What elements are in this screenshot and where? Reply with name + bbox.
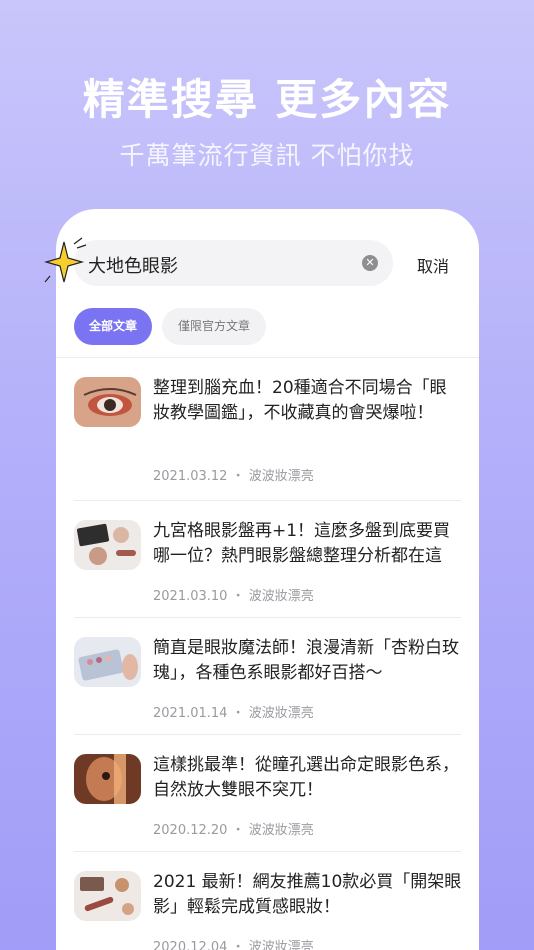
article-meta: 2020.12.20 ・ 波波妝漂亮 xyxy=(153,819,314,838)
search-input[interactable]: 大地色眼影 ✕ xyxy=(74,240,393,286)
article-title: 2021 最新！網友推薦10款必買「開架眼影」輕鬆完成質感眼妝！ xyxy=(153,872,462,917)
article-title: 九宮格眼影盤再+1！這麼多盤到底要買哪一位？熱門眼影盤總整理分析都在這 xyxy=(153,521,451,566)
list-item[interactable]: 九宮格眼影盤再+1！這麼多盤到底要買哪一位？熱門眼影盤總整理分析都在這 2021… xyxy=(74,501,461,618)
article-author: 波波妝漂亮 xyxy=(248,940,314,950)
filter-all-articles[interactable]: 全部文章 xyxy=(74,308,152,345)
article-author: 波波妝漂亮 xyxy=(248,589,314,604)
article-thumbnail xyxy=(74,754,141,804)
cancel-button[interactable]: 取消 xyxy=(417,253,449,277)
article-date: 2021.01.14 xyxy=(153,706,228,721)
list-item[interactable]: 整理到腦充血！20種適合不同場合「眼妝教學圖鑑」，不收藏真的會哭爆啦！ 2021… xyxy=(74,358,461,501)
article-meta: 2021.03.10 ・ 波波妝漂亮 xyxy=(153,585,314,604)
meta-separator: ・ xyxy=(231,940,245,950)
list-item[interactable]: 這樣挑最準！從瞳孔選出命定眼影色系，自然放大雙眼不突兀！ 2020.12.20 … xyxy=(74,735,461,852)
article-date: 2020.12.20 xyxy=(153,823,228,838)
search-bar: 大地色眼影 ✕ 取消 xyxy=(56,240,479,286)
list-item[interactable]: 2021 最新！網友推薦10款必買「開架眼影」輕鬆完成質感眼妝！ 2020.12… xyxy=(74,852,461,950)
article-title: 整理到腦充血！20種適合不同場合「眼妝教學圖鑑」，不收藏真的會哭爆啦！ xyxy=(153,378,447,423)
search-query: 大地色眼影 xyxy=(88,256,178,277)
meta-separator: ・ xyxy=(231,706,245,721)
article-meta: 2021.01.14 ・ 波波妝漂亮 xyxy=(153,702,314,721)
article-author: 波波妝漂亮 xyxy=(248,823,314,838)
article-date: 2021.03.12 xyxy=(153,469,228,484)
meta-separator: ・ xyxy=(231,589,245,604)
meta-separator: ・ xyxy=(231,823,245,838)
article-author: 波波妝漂亮 xyxy=(248,706,314,721)
phone-screen: 大地色眼影 ✕ 取消 全部文章 僅限官方文章 整理到腦充血！20種適合不同場合「… xyxy=(56,209,479,950)
article-list: 整理到腦充血！20種適合不同場合「眼妝教學圖鑑」，不收藏真的會哭爆啦！ 2021… xyxy=(56,358,479,950)
article-title: 這樣挑最準！從瞳孔選出命定眼影色系，自然放大雙眼不突兀！ xyxy=(153,755,459,800)
article-thumbnail xyxy=(74,520,141,570)
meta-separator: ・ xyxy=(231,469,245,484)
article-date: 2021.03.10 xyxy=(153,589,228,604)
list-item[interactable]: 簡直是眼妝魔法師！浪漫清新「杏粉白玫瑰」，各種色系眼影都好百搭～ 2021.01… xyxy=(74,618,461,735)
article-thumbnail xyxy=(74,637,141,687)
sparkle-icon xyxy=(44,237,87,283)
close-circle-icon[interactable]: ✕ xyxy=(362,255,378,271)
article-thumbnail xyxy=(74,377,141,427)
promo-subline: 千萬筆流行資訊 不怕你找 xyxy=(119,141,415,170)
filter-official-articles[interactable]: 僅限官方文章 xyxy=(162,308,266,345)
promo-headline: 精準搜尋 更多內容 xyxy=(82,75,452,124)
article-meta: 2021.03.12 ・ 波波妝漂亮 xyxy=(153,465,314,484)
article-title: 簡直是眼妝魔法師！浪漫清新「杏粉白玫瑰」，各種色系眼影都好百搭～ xyxy=(153,638,459,683)
article-author: 波波妝漂亮 xyxy=(248,469,314,484)
article-date: 2020.12.04 xyxy=(153,940,228,950)
article-thumbnail xyxy=(74,871,141,921)
article-meta: 2020.12.04 ・ 波波妝漂亮 xyxy=(153,936,314,950)
